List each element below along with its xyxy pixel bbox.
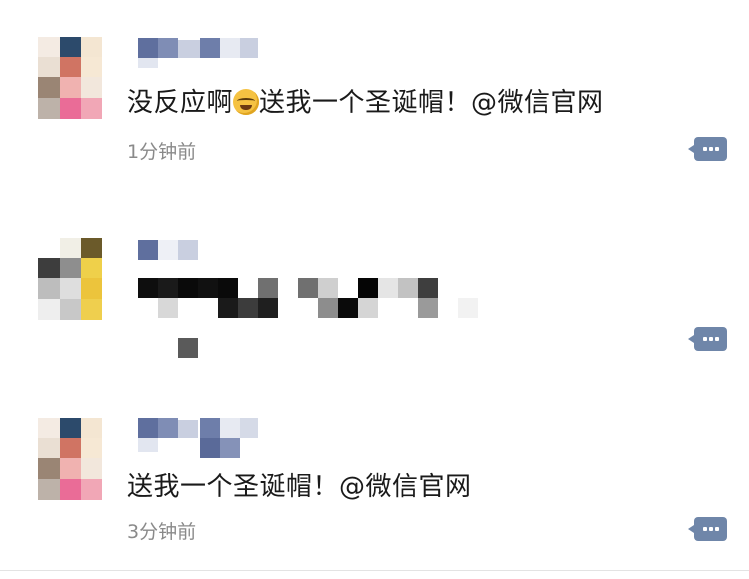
comment-button[interactable] <box>688 137 727 161</box>
feed-post <box>0 190 749 381</box>
feed-post: 送我一个圣诞帽！@微信官网 3分钟前 <box>0 380 749 571</box>
post-text-after-emoji: 送我一个圣诞帽！@微信官网 <box>259 88 604 118</box>
post-text <box>138 278 484 360</box>
avatar[interactable] <box>38 37 102 119</box>
comment-button[interactable] <box>688 327 727 351</box>
comment-button[interactable] <box>688 517 727 541</box>
feed-post: 没反应啊 送我一个圣诞帽！@微信官网 1分钟前 <box>0 0 749 191</box>
ellipsis-icon <box>703 147 719 151</box>
username[interactable] <box>138 418 262 460</box>
username[interactable] <box>138 38 262 70</box>
post-text: 没反应啊 送我一个圣诞帽！@微信官网 <box>127 82 604 119</box>
ellipsis-icon <box>703 337 719 341</box>
timestamp: 1分钟前 <box>127 141 197 163</box>
username[interactable] <box>138 240 200 260</box>
post-text-before-emoji: 没反应啊 <box>127 88 234 118</box>
ellipsis-icon <box>703 527 719 531</box>
timestamp: 3分钟前 <box>127 521 197 543</box>
post-text: 送我一个圣诞帽！@微信官网 <box>127 472 472 502</box>
avatar[interactable] <box>38 238 102 320</box>
laughing-crying-face-icon <box>233 89 260 115</box>
avatar[interactable] <box>38 418 102 500</box>
